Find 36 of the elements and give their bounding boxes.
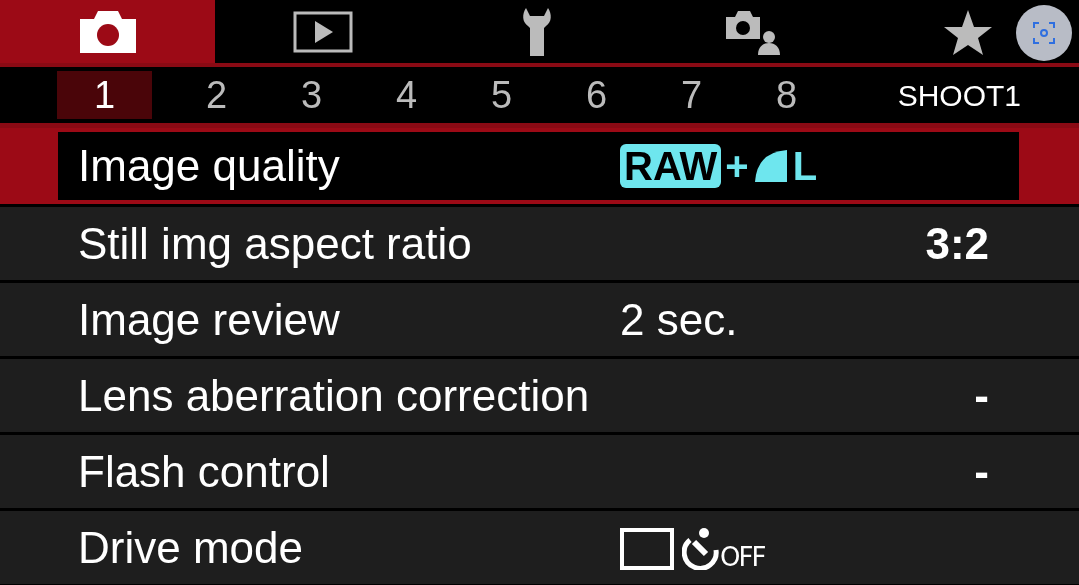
raw-badge: RAW bbox=[620, 144, 722, 188]
page-number[interactable]: 7 bbox=[644, 71, 739, 119]
menu-label: Image review bbox=[78, 297, 341, 342]
menu-row[interactable]: Flash control - bbox=[0, 432, 1079, 508]
menu-label: Lens aberration correction bbox=[78, 373, 591, 418]
play-icon bbox=[292, 10, 353, 53]
scan-icon bbox=[1032, 21, 1056, 45]
single-shot-icon bbox=[620, 527, 674, 570]
page-number[interactable]: 3 bbox=[264, 71, 359, 119]
timer-off-label: OFF bbox=[720, 543, 765, 570]
menu-row[interactable]: Still img aspect ratio 3:2 bbox=[0, 204, 1079, 280]
menu-tab[interactable] bbox=[0, 0, 215, 63]
menu-label: Still img aspect ratio bbox=[78, 221, 473, 266]
setting-value: - bbox=[974, 449, 989, 494]
page-number[interactable]: 1 bbox=[57, 71, 152, 119]
page-title: SHOOT1 bbox=[897, 77, 1021, 114]
quality-icon bbox=[752, 148, 789, 184]
page-number[interactable]: 4 bbox=[359, 71, 454, 119]
menu-row[interactable]: Image review 2 sec. bbox=[0, 280, 1079, 356]
menu-row[interactable]: Drive mode OFF bbox=[0, 508, 1079, 584]
menu-row[interactable]: Lens aberration correction - bbox=[0, 356, 1079, 432]
page-number[interactable]: 5 bbox=[454, 71, 549, 119]
setting-value: - bbox=[974, 373, 989, 418]
camera-person-icon bbox=[723, 8, 782, 55]
plus-sign: + bbox=[725, 146, 749, 186]
setting-value: 3:2 bbox=[925, 221, 989, 266]
size-label: L bbox=[792, 146, 818, 186]
menu-label: Flash control bbox=[78, 449, 331, 494]
page-number[interactable]: 6 bbox=[549, 71, 644, 119]
self-timer-icon bbox=[682, 525, 720, 570]
menu-label: Image quality bbox=[78, 144, 341, 188]
page-number[interactable]: 8 bbox=[739, 71, 834, 119]
page-number[interactable]: 2 bbox=[169, 71, 264, 119]
menu-row[interactable]: Image quality RAW + L bbox=[0, 128, 1079, 204]
menu-label: Drive mode bbox=[78, 525, 304, 570]
setting-value: 2 sec. bbox=[620, 297, 738, 342]
